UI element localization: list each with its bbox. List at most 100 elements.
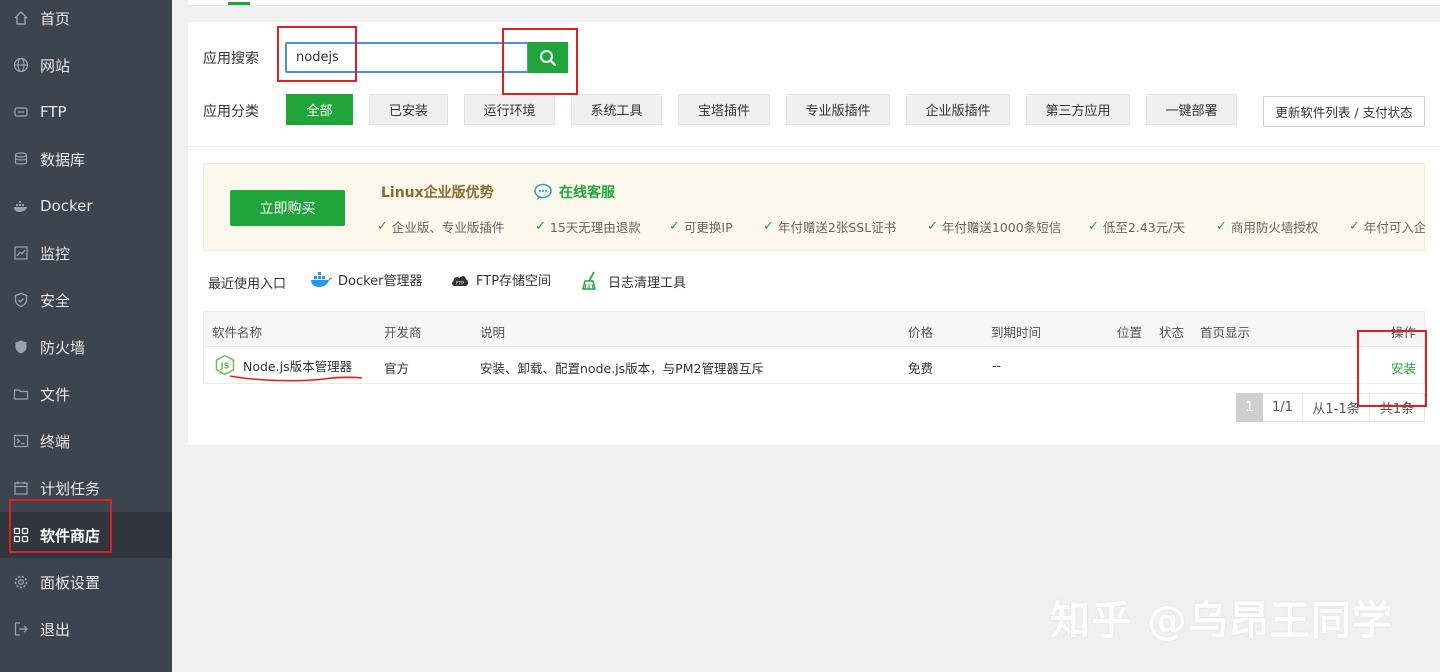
promo-feature: ✓ 年付可入企: [1349, 219, 1425, 235]
software-price: 免费: [908, 361, 934, 376]
sidebar-item-label: 退出: [40, 620, 71, 639]
home-icon: [12, 9, 30, 27]
col-home-header: 首页显示: [1200, 325, 1251, 340]
monitor-icon: [12, 244, 30, 262]
category-runtime[interactable]: 运行环境: [464, 94, 555, 125]
promo-feature: ✓ 15天无理由退款: [535, 219, 641, 235]
recent-ftp-storage[interactable]: FTP FTP存储空间: [450, 270, 551, 289]
software-desc: 安装、卸载、配置node.js版本，与PM2管理器互斥: [480, 361, 764, 376]
col-desc-header: 说明: [480, 325, 506, 340]
annotation-underline: [229, 375, 363, 382]
sidebar: 首页 网站 FTP 数据库 Docker 监控 安全 防火墙 文件 终端 计划任…: [0, 0, 172, 672]
promo-feature: ✓ 年付赠送1000条短信: [927, 219, 1062, 235]
sidebar-item-label: 监控: [40, 244, 71, 263]
col-developer-header: 开发商: [384, 325, 422, 340]
recent-docker-manager[interactable]: Docker管理器: [310, 270, 423, 289]
col-status-header: 状态: [1159, 325, 1185, 340]
promo-feature: ✓ 可更换IP: [669, 219, 733, 235]
update-software-list-button[interactable]: 更新软件列表 / 支付状态: [1263, 96, 1425, 127]
recent-entries-label: 最近使用入口: [208, 277, 287, 292]
sidebar-item-label: 文件: [40, 385, 71, 404]
page-count: 1/1: [1263, 393, 1303, 422]
svg-text:FTP: FTP: [456, 280, 464, 286]
sidebar-item-files[interactable]: 文件: [0, 371, 172, 417]
sidebar-item-terminal[interactable]: 终端: [0, 418, 172, 464]
search-label: 应用搜索: [203, 51, 259, 67]
check-icon: ✓: [535, 219, 546, 234]
tab-indicator: [228, 2, 250, 5]
category-all[interactable]: 全部: [286, 94, 353, 125]
promo-features: ✓ 企业版、专业版插件 ✓ 15天无理由退款 ✓ 可更换IP ✓ 年付赠送2张SSL证书…: [203, 163, 1425, 251]
folder-icon: [12, 385, 30, 403]
category-label: 应用分类: [203, 104, 259, 120]
category-system-tools[interactable]: 系统工具: [571, 94, 662, 125]
annotation-box-search-button: [502, 28, 578, 95]
sidebar-item-label: Docker: [40, 197, 93, 215]
annotation-box-software-store: [9, 499, 112, 553]
sidebar-item-monitor[interactable]: 监控: [0, 230, 172, 276]
svg-text:JS: JS: [220, 362, 230, 371]
check-icon: ✓: [1349, 219, 1360, 234]
software-expire: --: [992, 358, 1002, 373]
docker-icon: [12, 197, 30, 215]
sidebar-item-label: 网站: [40, 56, 71, 75]
category-enterprise-plugins[interactable]: 企业版插件: [906, 94, 1010, 125]
sidebar-item-label: 面板设置: [40, 573, 101, 592]
check-icon: ✓: [763, 219, 774, 234]
broom-icon: [580, 270, 602, 292]
check-icon: ✓: [377, 219, 388, 234]
category-installed[interactable]: 已安装: [369, 94, 448, 125]
watermark: 知乎 @乌昂王同学: [1050, 598, 1393, 644]
sidebar-item-database[interactable]: 数据库: [0, 136, 172, 182]
logout-icon: [12, 620, 30, 638]
sidebar-item-logout[interactable]: 退出: [0, 606, 172, 652]
col-name-header: 软件名称: [212, 325, 263, 340]
category-bt-plugins[interactable]: 宝塔插件: [678, 94, 770, 125]
promo-feature: ✓ 年付赠送2张SSL证书: [763, 219, 897, 235]
col-location-header: 位置: [1117, 325, 1143, 340]
promo-feature: ✓ 企业版、专业版插件: [377, 219, 505, 235]
check-icon: ✓: [1216, 219, 1227, 234]
col-expire-header: 到期时间: [991, 325, 1042, 340]
annotation-box-search-input: [277, 26, 357, 82]
sidebar-item-label: 数据库: [40, 150, 86, 169]
sidebar-item-label: 终端: [40, 432, 71, 451]
globe-icon: [12, 56, 30, 74]
terminal-icon: [12, 432, 30, 450]
sidebar-item-docker[interactable]: Docker: [0, 183, 172, 229]
check-icon: ✓: [927, 219, 938, 234]
sidebar-item-label: 计划任务: [40, 479, 101, 498]
sidebar-item-security[interactable]: 安全: [0, 277, 172, 323]
sidebar-item-home[interactable]: 首页: [0, 0, 172, 41]
category-pro-plugins[interactable]: 专业版插件: [786, 94, 890, 125]
cloud-ftp-icon: FTP: [450, 272, 470, 288]
sidebar-item-label: 首页: [40, 9, 71, 28]
category-third-party[interactable]: 第三方应用: [1026, 94, 1130, 125]
gear-icon: [12, 573, 30, 591]
shield-icon: [12, 291, 30, 309]
sidebar-item-website[interactable]: 网站: [0, 42, 172, 88]
check-icon: ✓: [1088, 219, 1099, 234]
sidebar-item-ftp[interactable]: FTP: [0, 89, 172, 135]
promo-feature: ✓ 低至2.43元/天: [1088, 219, 1185, 235]
sidebar-item-label: FTP: [40, 103, 67, 121]
docker-whale-icon: [310, 271, 332, 289]
software-developer: 官方: [384, 361, 410, 376]
firewall-icon: [12, 338, 30, 356]
sidebar-item-label: 安全: [40, 291, 71, 310]
calendar-icon: [12, 479, 30, 497]
col-price-header: 价格: [908, 325, 934, 340]
divider: [188, 146, 1440, 147]
sidebar-item-label: 防火墙: [40, 338, 86, 357]
sidebar-item-firewall[interactable]: 防火墙: [0, 324, 172, 370]
page-current[interactable]: 1: [1236, 393, 1263, 422]
database-icon: [12, 150, 30, 168]
sidebar-item-panel-settings[interactable]: 面板设置: [0, 559, 172, 605]
recent-log-cleaner[interactable]: 日志清理工具: [580, 270, 686, 292]
promo-feature: ✓ 商用防火墙授权: [1216, 219, 1319, 235]
annotation-box-install: [1357, 330, 1427, 407]
ftp-icon: [12, 103, 30, 121]
top-tab-strip: [188, 0, 1440, 6]
check-icon: ✓: [669, 219, 680, 234]
category-one-click-deploy[interactable]: 一键部署: [1146, 94, 1237, 125]
